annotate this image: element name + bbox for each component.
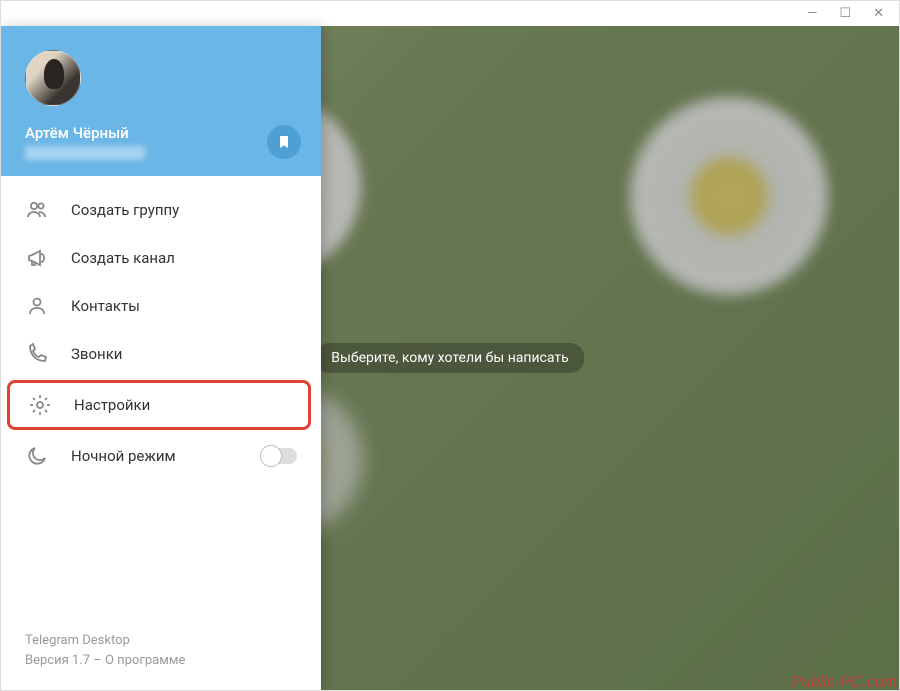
menu-item-night-mode[interactable]: Ночной режим [1,432,321,480]
saved-messages-button[interactable] [267,125,301,159]
menu-list: Создать группу Создать канал Контакты Зв… [1,176,321,617]
menu-label: Создать канал [71,249,175,267]
drawer-header: Артём Чёрный [1,26,321,176]
menu-label: Контакты [71,297,140,315]
night-mode-toggle[interactable] [261,448,297,464]
user-phone [25,146,145,160]
app-name-label: Telegram Desktop [25,631,297,651]
bookmark-icon [276,134,292,150]
version-about-link[interactable]: Версия 1.7 – О программе [25,651,297,671]
group-icon [25,198,49,222]
megaphone-icon [25,246,49,270]
user-name: Артём Чёрный [25,124,145,142]
app-window: — ☐ ✕ Выберите, кому хотели бы написать … [0,0,900,691]
main-menu-drawer: Артём Чёрный Создать группу Создать кана… [1,26,321,690]
gear-icon [28,393,52,417]
menu-label: Звонки [71,345,122,363]
phone-icon [25,342,49,366]
menu-label: Ночной режим [71,447,176,465]
menu-label: Настройки [74,396,150,414]
moon-icon [25,444,49,468]
watermark: Public-PC.com [791,674,897,691]
close-button[interactable]: ✕ [873,6,884,21]
titlebar: — ☐ ✕ [1,1,899,26]
avatar[interactable] [25,50,81,106]
drawer-footer: Telegram Desktop Версия 1.7 – О программ… [1,617,321,690]
maximize-button[interactable]: ☐ [839,6,851,21]
content-area: Выберите, кому хотели бы написать Артём … [1,26,899,690]
menu-item-new-group[interactable]: Создать группу [1,186,321,234]
contacts-icon [25,294,49,318]
empty-chat-hint: Выберите, кому хотели бы написать [315,343,584,373]
minimize-button[interactable]: — [807,6,817,21]
menu-item-new-channel[interactable]: Создать канал [1,234,321,282]
menu-item-settings[interactable]: Настройки [7,380,311,430]
menu-item-calls[interactable]: Звонки [1,330,321,378]
menu-item-contacts[interactable]: Контакты [1,282,321,330]
menu-label: Создать группу [71,201,179,219]
